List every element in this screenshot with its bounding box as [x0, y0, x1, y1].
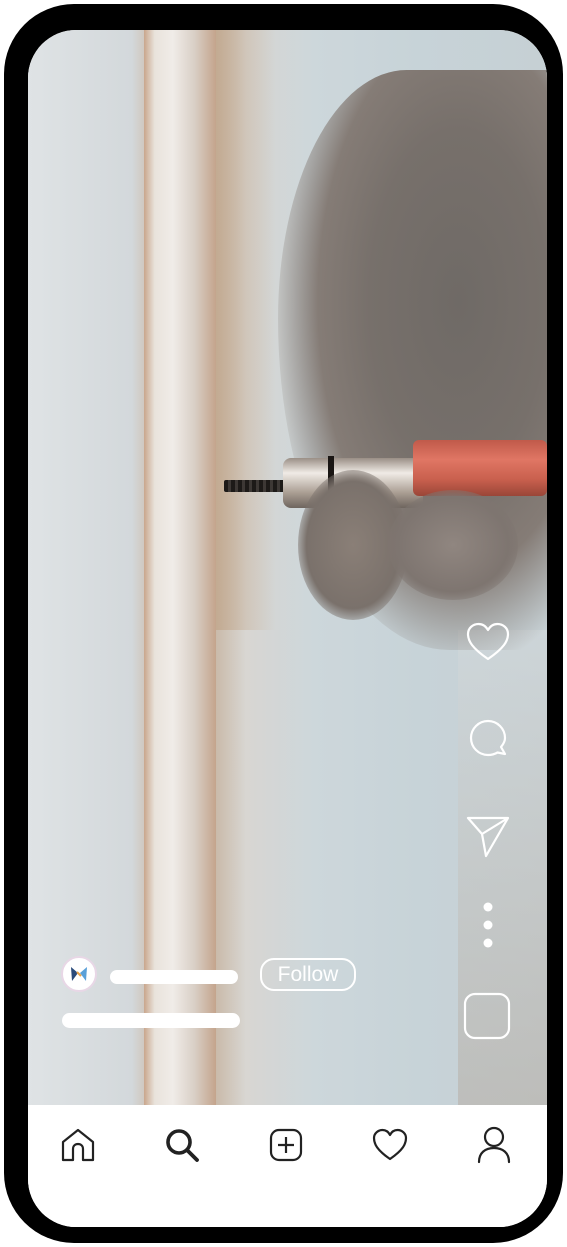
comment-icon — [469, 719, 507, 757]
audio-thumbnail-icon — [463, 992, 511, 1040]
more-button[interactable] — [466, 902, 510, 948]
nav-home[interactable] — [56, 1123, 100, 1167]
video-finger — [388, 490, 518, 600]
author-username-placeholder[interactable] — [110, 970, 238, 984]
nav-create[interactable] — [264, 1123, 308, 1167]
author-avatar[interactable] — [61, 956, 97, 992]
profile-icon — [477, 1126, 511, 1164]
like-button[interactable] — [466, 620, 510, 664]
caption-placeholder[interactable] — [62, 1013, 240, 1028]
plus-square-icon — [269, 1128, 303, 1162]
audio-button[interactable] — [463, 992, 511, 1040]
app-screen: Follow — [28, 30, 547, 1227]
heart-icon — [466, 622, 510, 661]
more-vertical-icon — [483, 902, 493, 948]
video-screwdriver-handle — [413, 440, 547, 496]
video-board-shadow — [216, 30, 276, 630]
video-screw — [224, 480, 286, 492]
nav-activity[interactable] — [368, 1123, 412, 1167]
reel-video[interactable]: Follow — [28, 30, 547, 1105]
home-icon — [61, 1128, 95, 1162]
heart-icon — [372, 1128, 408, 1161]
comment-button[interactable] — [466, 717, 510, 761]
nav-search[interactable] — [160, 1123, 204, 1167]
butterfly-logo-icon — [71, 967, 87, 981]
bottom-nav — [28, 1105, 547, 1227]
nav-profile[interactable] — [472, 1123, 516, 1167]
phone-frame: Follow — [4, 4, 563, 1243]
video-board-edge — [144, 30, 216, 1105]
send-icon — [466, 816, 510, 858]
follow-button[interactable]: Follow — [260, 958, 356, 991]
share-button[interactable] — [466, 814, 510, 858]
search-icon — [166, 1129, 199, 1162]
